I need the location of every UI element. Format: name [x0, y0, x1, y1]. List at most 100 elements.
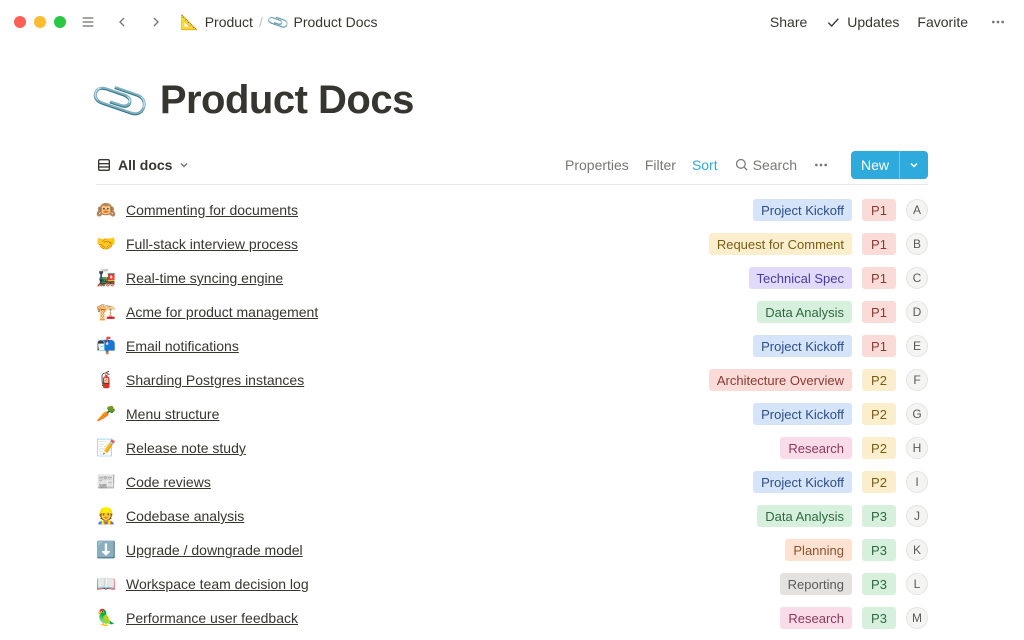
doc-title-link[interactable]: Email notifications [126, 338, 239, 354]
topbar: 📐 Product / 📎 Product Docs Share Updates… [0, 0, 1024, 44]
more-menu-icon[interactable] [986, 10, 1010, 34]
assignee-avatar[interactable]: H [906, 437, 928, 459]
table-row[interactable]: 🚂 Real-time syncing engine Technical Spe… [96, 261, 928, 295]
new-button-dropdown[interactable] [899, 151, 928, 179]
category-tag[interactable]: Project Kickoff [753, 335, 852, 357]
assignee-avatar[interactable]: E [906, 335, 928, 357]
favorite-label: Favorite [917, 14, 968, 30]
category-tag[interactable]: Research [780, 607, 852, 629]
assignee-avatar[interactable]: G [906, 403, 928, 425]
table-row[interactable]: 🤝 Full-stack interview process Request f… [96, 227, 928, 261]
assignee-avatar[interactable]: B [906, 233, 928, 255]
filter-button[interactable]: Filter [645, 157, 676, 173]
page-title[interactable]: Product Docs [160, 78, 414, 123]
priority-badge[interactable]: P1 [862, 301, 896, 323]
priority-badge[interactable]: P3 [862, 505, 896, 527]
priority-badge[interactable]: P1 [862, 233, 896, 255]
category-tag[interactable]: Project Kickoff [753, 403, 852, 425]
close-window-icon[interactable] [14, 16, 26, 28]
chevron-down-icon [178, 159, 190, 171]
category-tag[interactable]: Architecture Overview [709, 369, 852, 391]
table-row[interactable]: 🏗️ Acme for product management Data Anal… [96, 295, 928, 329]
priority-badge[interactable]: P1 [862, 335, 896, 357]
new-button-label: New [851, 157, 899, 173]
doc-title-link[interactable]: Code reviews [126, 474, 211, 490]
nav-back-icon[interactable] [110, 10, 134, 34]
doc-title-link[interactable]: Performance user feedback [126, 610, 298, 626]
priority-badge[interactable]: P1 [862, 267, 896, 289]
assignee-avatar[interactable]: D [906, 301, 928, 323]
doc-title-link[interactable]: Real-time syncing engine [126, 270, 283, 286]
assignee-avatar[interactable]: M [906, 607, 928, 629]
table-row[interactable]: 📝 Release note study Research P2 H [96, 431, 928, 465]
doc-title-link[interactable]: Sharding Postgres instances [126, 372, 304, 388]
doc-title-link[interactable]: Menu structure [126, 406, 219, 422]
doc-title-link[interactable]: Release note study [126, 440, 246, 456]
properties-button[interactable]: Properties [565, 157, 629, 173]
table-row[interactable]: 📰 Code reviews Project Kickoff P2 I [96, 465, 928, 499]
maximize-window-icon[interactable] [54, 16, 66, 28]
page-header: 📎 Product Docs [96, 78, 928, 123]
table-row[interactable]: 🙉 Commenting for documents Project Kicko… [96, 193, 928, 227]
favorite-button[interactable]: Favorite [917, 14, 968, 30]
breadcrumb-item-product[interactable]: 📐 Product [180, 14, 253, 30]
minimize-window-icon[interactable] [34, 16, 46, 28]
category-tag[interactable]: Reporting [780, 573, 852, 595]
assignee-avatar[interactable]: C [906, 267, 928, 289]
assignee-avatar[interactable]: A [906, 199, 928, 221]
category-tag[interactable]: Planning [785, 539, 852, 561]
table-row[interactable]: 🧯 Sharding Postgres instances Architectu… [96, 363, 928, 397]
doc-title-link[interactable]: Workspace team decision log [126, 576, 309, 592]
priority-badge[interactable]: P1 [862, 199, 896, 221]
doc-title-link[interactable]: Acme for product management [126, 304, 318, 320]
assignee-avatar[interactable]: L [906, 573, 928, 595]
assignee-avatar[interactable]: F [906, 369, 928, 391]
category-tag[interactable]: Technical Spec [749, 267, 852, 289]
new-button[interactable]: New [851, 151, 928, 179]
search-button[interactable]: Search [734, 157, 797, 173]
top-menu: Share Updates Favorite [770, 10, 1010, 34]
updates-button[interactable]: Updates [825, 14, 899, 30]
view-more-icon[interactable] [813, 157, 835, 173]
category-tag[interactable]: Data Analysis [757, 505, 852, 527]
priority-badge[interactable]: P3 [862, 539, 896, 561]
category-tag[interactable]: Data Analysis [757, 301, 852, 323]
table-row[interactable]: 👷 Codebase analysis Data Analysis P3 J [96, 499, 928, 533]
share-label: Share [770, 14, 807, 30]
priority-badge[interactable]: P2 [862, 369, 896, 391]
doc-title-link[interactable]: Full-stack interview process [126, 236, 298, 252]
priority-badge[interactable]: P3 [862, 573, 896, 595]
sidebar-toggle-icon[interactable] [76, 10, 100, 34]
chevron-down-icon [908, 159, 920, 171]
nav-forward-icon[interactable] [144, 10, 168, 34]
breadcrumb-item-product-docs[interactable]: 📎 Product Docs [269, 14, 378, 30]
doc-icon: 👷 [96, 506, 116, 526]
page-icon[interactable]: 📎 [89, 71, 152, 131]
table-row[interactable]: 📖 Workspace team decision log Reporting … [96, 567, 928, 601]
table-row[interactable]: 📬 Email notifications Project Kickoff P1… [96, 329, 928, 363]
doc-title-link[interactable]: Upgrade / downgrade model [126, 542, 303, 558]
table-row[interactable]: 🥕 Menu structure Project Kickoff P2 G [96, 397, 928, 431]
doc-title-link[interactable]: Codebase analysis [126, 508, 244, 524]
category-tag[interactable]: Request for Comment [709, 233, 852, 255]
table-row[interactable]: ⬇️ Upgrade / downgrade model Planning P3… [96, 533, 928, 567]
view-toolbar: All docs Properties Filter Sort Search N… [96, 145, 928, 185]
category-tag[interactable]: Project Kickoff [753, 199, 852, 221]
assignee-avatar[interactable]: K [906, 539, 928, 561]
priority-badge[interactable]: P3 [862, 607, 896, 629]
assignee-avatar[interactable]: I [906, 471, 928, 493]
priority-badge[interactable]: P2 [862, 437, 896, 459]
doc-icon: 📝 [96, 438, 116, 458]
category-tag[interactable]: Research [780, 437, 852, 459]
doc-icon: 🚂 [96, 268, 116, 288]
share-button[interactable]: Share [770, 14, 807, 30]
view-selector[interactable]: All docs [96, 157, 190, 173]
doc-title-link[interactable]: Commenting for documents [126, 202, 298, 218]
table-row[interactable]: 🦜 Performance user feedback Research P3 … [96, 601, 928, 635]
assignee-avatar[interactable]: J [906, 505, 928, 527]
sort-button[interactable]: Sort [692, 157, 718, 173]
category-tag[interactable]: Project Kickoff [753, 471, 852, 493]
priority-badge[interactable]: P2 [862, 471, 896, 493]
priority-badge[interactable]: P2 [862, 403, 896, 425]
paperclip-icon: 📎 [266, 11, 290, 33]
